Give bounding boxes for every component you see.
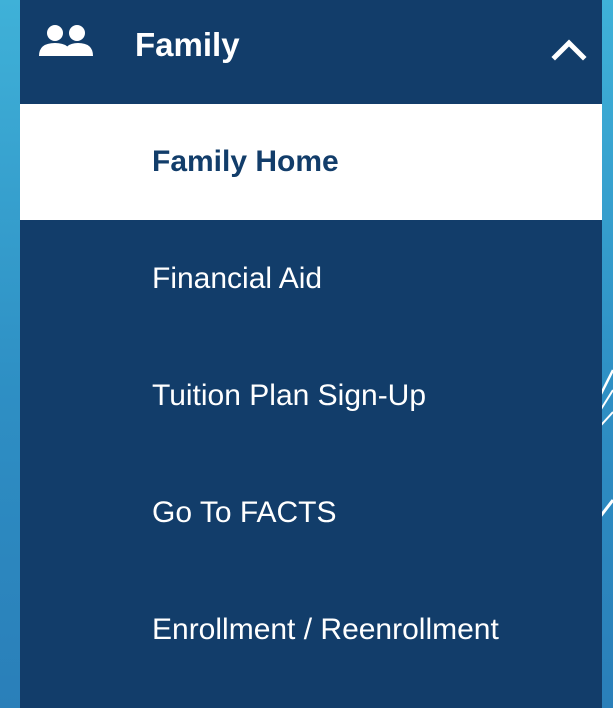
chevron-up-icon[interactable] <box>550 35 588 61</box>
users-icon <box>39 25 93 56</box>
menu-item-tuition-plan-sign-up[interactable]: Tuition Plan Sign-Up <box>20 338 602 454</box>
menu-item-financial-aid[interactable]: Financial Aid <box>20 221 602 337</box>
menu-item-label: Tuition Plan Sign-Up <box>152 379 427 412</box>
family-menu-panel: Family Family Home Financial Aid Tuition… <box>20 0 602 708</box>
menu-item-enrollment-reenrollment[interactable]: Enrollment / Reenrollment <box>20 572 602 688</box>
family-menu-title: Family <box>135 26 240 63</box>
menu-item-label: Family Home <box>152 145 339 178</box>
menu-item-go-to-facts[interactable]: Go To FACTS <box>20 455 602 571</box>
menu-item-family-home[interactable]: Family Home <box>20 104 602 220</box>
family-menu-header[interactable]: Family <box>20 0 602 104</box>
menu-item-label: Go To FACTS <box>152 496 337 529</box>
menu-item-label: Financial Aid <box>152 262 323 295</box>
menu-item-label: Enrollment / Reenrollment <box>152 613 499 646</box>
